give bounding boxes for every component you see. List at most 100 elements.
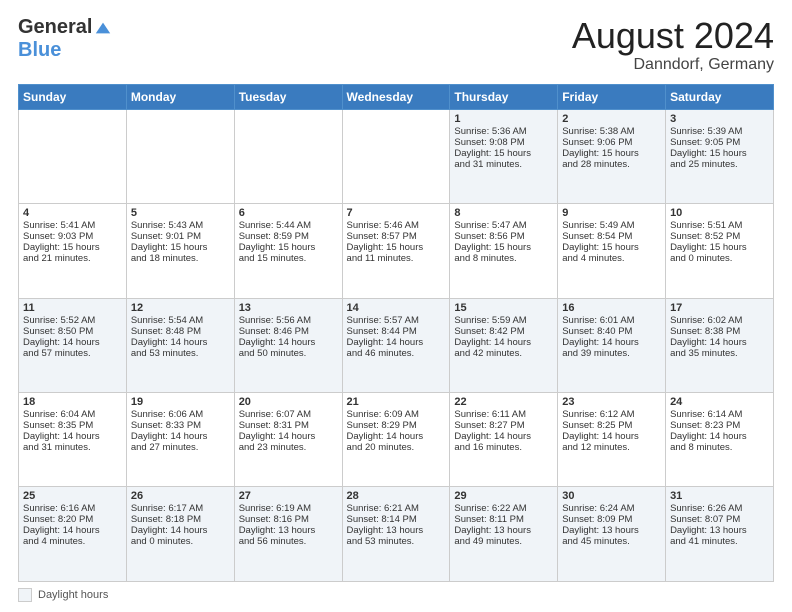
calendar-day: 4Sunrise: 5:41 AMSunset: 9:03 PMDaylight… bbox=[19, 204, 127, 298]
day-info-line: Sunset: 9:01 PM bbox=[131, 231, 230, 242]
day-number: 28 bbox=[347, 490, 446, 502]
day-number: 10 bbox=[670, 207, 769, 219]
day-info-line: Sunrise: 6:22 AM bbox=[454, 503, 553, 514]
day-info-line: and 45 minutes. bbox=[562, 536, 661, 547]
day-info-line: Sunset: 8:14 PM bbox=[347, 514, 446, 525]
header: General Blue August 2024 Danndorf, Germa… bbox=[18, 16, 774, 74]
calendar-day: 17Sunrise: 6:02 AMSunset: 8:38 PMDayligh… bbox=[666, 298, 774, 392]
col-monday: Monday bbox=[126, 84, 234, 109]
day-info-line: and 20 minutes. bbox=[347, 442, 446, 453]
calendar-day: 3Sunrise: 5:39 AMSunset: 9:05 PMDaylight… bbox=[666, 109, 774, 203]
calendar-day: 9Sunrise: 5:49 AMSunset: 8:54 PMDaylight… bbox=[558, 204, 666, 298]
col-wednesday: Wednesday bbox=[342, 84, 450, 109]
calendar-day: 28Sunrise: 6:21 AMSunset: 8:14 PMDayligh… bbox=[342, 487, 450, 582]
calendar-day: 22Sunrise: 6:11 AMSunset: 8:27 PMDayligh… bbox=[450, 393, 558, 487]
day-info-line: Sunrise: 6:12 AM bbox=[562, 409, 661, 420]
day-info-line: and 31 minutes. bbox=[454, 159, 553, 170]
day-info-line: Sunset: 8:33 PM bbox=[131, 420, 230, 431]
day-info-line: Daylight: 14 hours bbox=[131, 525, 230, 536]
day-info-line: Sunrise: 5:44 AM bbox=[239, 220, 338, 231]
footer: Daylight hours bbox=[18, 588, 774, 602]
logo-text: General bbox=[18, 16, 112, 39]
calendar-week-4: 18Sunrise: 6:04 AMSunset: 8:35 PMDayligh… bbox=[19, 393, 774, 487]
day-info-line: and 8 minutes. bbox=[454, 253, 553, 264]
day-info-line: Daylight: 14 hours bbox=[23, 525, 122, 536]
calendar-day bbox=[126, 109, 234, 203]
calendar-day: 8Sunrise: 5:47 AMSunset: 8:56 PMDaylight… bbox=[450, 204, 558, 298]
day-info-line: Sunrise: 5:39 AM bbox=[670, 126, 769, 137]
day-info-line: Daylight: 15 hours bbox=[454, 148, 553, 159]
day-info-line: Daylight: 15 hours bbox=[670, 148, 769, 159]
day-info-line: Sunrise: 6:17 AM bbox=[131, 503, 230, 514]
daylight-box bbox=[18, 588, 32, 602]
calendar-table: Sunday Monday Tuesday Wednesday Thursday… bbox=[18, 84, 774, 582]
day-info-line: Daylight: 14 hours bbox=[562, 337, 661, 348]
day-number: 4 bbox=[23, 207, 122, 219]
day-info-line: and 57 minutes. bbox=[23, 348, 122, 359]
calendar-day: 11Sunrise: 5:52 AMSunset: 8:50 PMDayligh… bbox=[19, 298, 127, 392]
daylight-label: Daylight hours bbox=[38, 589, 108, 601]
title-block: August 2024 Danndorf, Germany bbox=[572, 16, 774, 74]
day-info-line: Sunset: 8:59 PM bbox=[239, 231, 338, 242]
col-saturday: Saturday bbox=[666, 84, 774, 109]
day-info-line: Sunrise: 5:43 AM bbox=[131, 220, 230, 231]
calendar-day: 24Sunrise: 6:14 AMSunset: 8:23 PMDayligh… bbox=[666, 393, 774, 487]
calendar-day: 27Sunrise: 6:19 AMSunset: 8:16 PMDayligh… bbox=[234, 487, 342, 582]
day-number: 23 bbox=[562, 396, 661, 408]
day-info-line: and 15 minutes. bbox=[239, 253, 338, 264]
day-info-line: Sunrise: 6:01 AM bbox=[562, 315, 661, 326]
day-info-line: Sunset: 9:06 PM bbox=[562, 137, 661, 148]
day-info-line: Sunrise: 5:47 AM bbox=[454, 220, 553, 231]
day-info-line: Daylight: 14 hours bbox=[131, 431, 230, 442]
day-info-line: Sunset: 8:54 PM bbox=[562, 231, 661, 242]
day-info-line: Sunset: 8:48 PM bbox=[131, 326, 230, 337]
day-info-line: Sunset: 9:05 PM bbox=[670, 137, 769, 148]
day-info-line: Daylight: 14 hours bbox=[347, 431, 446, 442]
day-info-line: and 0 minutes. bbox=[131, 536, 230, 547]
day-info-line: and 42 minutes. bbox=[454, 348, 553, 359]
day-info-line: Sunrise: 5:57 AM bbox=[347, 315, 446, 326]
day-info-line: Sunset: 8:27 PM bbox=[454, 420, 553, 431]
day-info-line: and 23 minutes. bbox=[239, 442, 338, 453]
calendar-header-row: Sunday Monday Tuesday Wednesday Thursday… bbox=[19, 84, 774, 109]
day-info-line: and 8 minutes. bbox=[670, 442, 769, 453]
calendar-day: 7Sunrise: 5:46 AMSunset: 8:57 PMDaylight… bbox=[342, 204, 450, 298]
day-info-line: Sunset: 8:11 PM bbox=[454, 514, 553, 525]
day-info-line: Sunset: 9:08 PM bbox=[454, 137, 553, 148]
day-info-line: Daylight: 14 hours bbox=[239, 431, 338, 442]
logo: General Blue bbox=[18, 16, 112, 62]
calendar-day: 15Sunrise: 5:59 AMSunset: 8:42 PMDayligh… bbox=[450, 298, 558, 392]
day-number: 6 bbox=[239, 207, 338, 219]
calendar-day: 13Sunrise: 5:56 AMSunset: 8:46 PMDayligh… bbox=[234, 298, 342, 392]
day-info-line: Sunset: 8:38 PM bbox=[670, 326, 769, 337]
day-info-line: Sunrise: 6:19 AM bbox=[239, 503, 338, 514]
day-info-line: Sunrise: 5:49 AM bbox=[562, 220, 661, 231]
calendar-day: 10Sunrise: 5:51 AMSunset: 8:52 PMDayligh… bbox=[666, 204, 774, 298]
calendar-day bbox=[342, 109, 450, 203]
day-info-line: Sunset: 8:42 PM bbox=[454, 326, 553, 337]
day-info-line: Sunrise: 5:56 AM bbox=[239, 315, 338, 326]
calendar-week-1: 1Sunrise: 5:36 AMSunset: 9:08 PMDaylight… bbox=[19, 109, 774, 203]
day-info-line: Sunset: 9:03 PM bbox=[23, 231, 122, 242]
col-thursday: Thursday bbox=[450, 84, 558, 109]
day-info-line: and 18 minutes. bbox=[131, 253, 230, 264]
day-number: 15 bbox=[454, 302, 553, 314]
day-info-line: and 49 minutes. bbox=[454, 536, 553, 547]
day-info-line: Sunrise: 6:04 AM bbox=[23, 409, 122, 420]
day-number: 31 bbox=[670, 490, 769, 502]
day-info-line: Sunrise: 6:21 AM bbox=[347, 503, 446, 514]
day-number: 7 bbox=[347, 207, 446, 219]
day-info-line: Sunrise: 5:54 AM bbox=[131, 315, 230, 326]
day-info-line: Sunrise: 5:59 AM bbox=[454, 315, 553, 326]
day-info-line: Sunrise: 6:07 AM bbox=[239, 409, 338, 420]
day-info-line: Daylight: 13 hours bbox=[454, 525, 553, 536]
day-info-line: Daylight: 14 hours bbox=[239, 337, 338, 348]
day-info-line: and 50 minutes. bbox=[239, 348, 338, 359]
day-info-line: Daylight: 14 hours bbox=[454, 337, 553, 348]
calendar-day: 2Sunrise: 5:38 AMSunset: 9:06 PMDaylight… bbox=[558, 109, 666, 203]
day-number: 25 bbox=[23, 490, 122, 502]
calendar-day: 18Sunrise: 6:04 AMSunset: 8:35 PMDayligh… bbox=[19, 393, 127, 487]
calendar-day: 30Sunrise: 6:24 AMSunset: 8:09 PMDayligh… bbox=[558, 487, 666, 582]
day-number: 17 bbox=[670, 302, 769, 314]
day-info-line: and 0 minutes. bbox=[670, 253, 769, 264]
